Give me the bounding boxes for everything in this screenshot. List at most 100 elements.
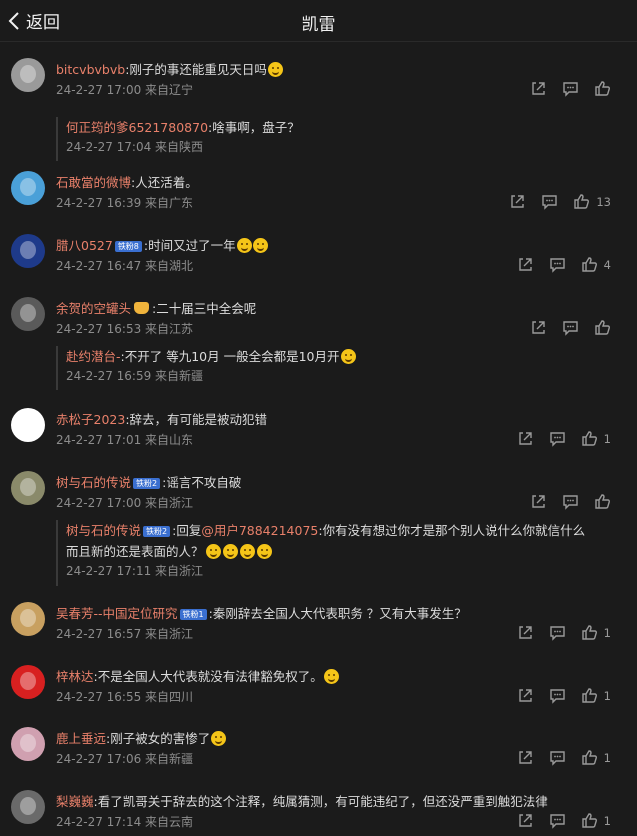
avatar-face xyxy=(20,415,36,433)
username-link[interactable]: 吴春芳--中国定位研究 xyxy=(56,606,178,621)
mention-link[interactable]: @用户7884214075 xyxy=(201,523,318,538)
laugh-emoji xyxy=(205,544,221,559)
like-button[interactable]: 1 xyxy=(581,812,611,829)
reply-username-link[interactable]: 树与石的传说 xyxy=(66,523,141,538)
reply-username-link[interactable]: 赴约潜台- xyxy=(66,349,121,364)
avatar[interactable] xyxy=(11,234,45,268)
comment-actions: 1 xyxy=(517,749,611,766)
comment-meta: 24-2-27 17:06 来自新疆 xyxy=(56,750,193,767)
share-button[interactable] xyxy=(517,430,534,447)
avatar[interactable] xyxy=(11,727,45,761)
like-button[interactable]: 4 xyxy=(581,256,611,273)
reply-button[interactable] xyxy=(549,687,566,704)
comment-actions xyxy=(530,319,611,336)
share-icon xyxy=(518,814,532,827)
comment-meta: 24-2-27 16:57 来自浙江 xyxy=(56,625,193,642)
username-link[interactable]: 腊八0527 xyxy=(56,238,113,253)
avatar[interactable] xyxy=(11,790,45,824)
smile-emoji xyxy=(236,238,252,253)
username-link[interactable]: 梓林达 xyxy=(56,669,94,684)
comment-text-line: 吴春芳--中国定位研究 铁粉1:秦刚辞去全国人大代表职务 ？又有大事发生？ xyxy=(56,603,467,622)
share-icon xyxy=(532,82,545,95)
like-icon xyxy=(581,813,597,828)
like-button[interactable]: 1 xyxy=(581,749,611,766)
comment-actions: 1 xyxy=(517,624,611,641)
username-link[interactable]: 树与石的传说 xyxy=(56,475,131,490)
like-button[interactable]: 13 xyxy=(573,193,611,210)
share-icon xyxy=(518,432,532,445)
comment-icon xyxy=(549,689,565,704)
avatar[interactable] xyxy=(11,408,45,442)
avatar[interactable] xyxy=(11,58,45,92)
reply-button[interactable] xyxy=(549,624,566,641)
reply-button[interactable] xyxy=(562,319,579,336)
comment-text-line: 余贺的空罐头:二十届三中全会呢 xyxy=(56,298,256,317)
avatar-face xyxy=(20,241,36,259)
comment-icon xyxy=(549,751,565,766)
reply-button[interactable] xyxy=(562,493,579,510)
share-button[interactable] xyxy=(530,493,547,510)
avatar-face xyxy=(20,178,36,196)
avatar[interactable] xyxy=(11,665,45,699)
avatar-face xyxy=(20,65,36,83)
laugh-emoji xyxy=(256,544,272,559)
comment-icon xyxy=(563,82,578,97)
username-link[interactable]: bitcvbvbvb xyxy=(56,62,125,77)
reply-meta: 24-2-27 17:04 来自陕西 xyxy=(66,138,611,155)
reply-button[interactable] xyxy=(549,430,566,447)
share-button[interactable] xyxy=(517,749,534,766)
share-button[interactable] xyxy=(530,80,547,97)
reply-username-link[interactable]: 何正筠的爹6521780870 xyxy=(66,120,208,135)
comment-meta: 24-2-27 17:14 来自云南 xyxy=(56,813,193,830)
reply-button[interactable] xyxy=(549,256,566,273)
username-link[interactable]: 石敢當的微博 xyxy=(56,175,131,190)
like-count: 4 xyxy=(603,257,611,272)
reply-text-line-2: 而且新的还是表面的人？ xyxy=(66,541,611,562)
laugh-emoji xyxy=(222,544,238,559)
share-button[interactable] xyxy=(517,812,534,829)
like-icon xyxy=(581,257,597,272)
avatar[interactable] xyxy=(11,297,45,331)
like-button[interactable]: 1 xyxy=(581,624,611,641)
smile-emoji xyxy=(340,349,356,364)
comment-icon xyxy=(563,321,578,336)
share-button[interactable] xyxy=(517,256,534,273)
share-button[interactable] xyxy=(517,687,534,704)
username-link[interactable]: 赤松子2023 xyxy=(56,412,125,427)
share-button[interactable] xyxy=(509,193,526,210)
like-button[interactable] xyxy=(594,80,611,97)
share-button[interactable] xyxy=(530,319,547,336)
crown-icon xyxy=(134,302,150,314)
reply-button[interactable] xyxy=(541,193,558,210)
comment-text: :不是全国人大代表就没有法律豁免权了。 xyxy=(93,669,323,684)
fan-badge: 铁粉2 xyxy=(133,478,161,489)
share-button[interactable] xyxy=(517,624,534,641)
comment-actions: 4 xyxy=(517,256,611,273)
like-button[interactable]: 1 xyxy=(581,430,611,447)
comment-text-line: 树与石的传说 铁粉2:谣言不攻自破 xyxy=(56,472,241,491)
reply-button[interactable] xyxy=(549,812,566,829)
reply-item: 何正筠的爹6521780870:啥事啊，盘子？ 24-2-27 17:04 来自陕… xyxy=(56,117,611,161)
comment-item: 余贺的空罐头:二十届三中全会呢 24-2-27 16:53 来自江苏 赴约潜台-:不… xyxy=(0,294,637,405)
reply-text-line: 何正筠的爹6521780870:啥事啊，盘子？ xyxy=(66,117,611,138)
avatar[interactable] xyxy=(11,602,45,636)
username-link[interactable]: 鹿上垂远 xyxy=(56,731,106,746)
avatar[interactable] xyxy=(11,171,45,205)
like-count: 1 xyxy=(603,750,611,765)
share-icon xyxy=(518,258,532,271)
timestamp-location: 24-2-27 16:47 来自湖北 xyxy=(56,259,194,273)
like-button[interactable]: 1 xyxy=(581,687,611,704)
username-link[interactable]: 梨巍巍 xyxy=(56,794,94,809)
like-count: 1 xyxy=(603,431,611,446)
avatar[interactable] xyxy=(11,471,45,505)
smile-emoji xyxy=(211,731,227,746)
comment-meta: 24-2-27 16:47 来自湖北 xyxy=(56,257,193,274)
avatar-face xyxy=(20,478,36,496)
reply-button[interactable] xyxy=(562,80,579,97)
reply-button[interactable] xyxy=(549,749,566,766)
comment-actions xyxy=(530,493,611,510)
username-link[interactable]: 余贺的空罐头 xyxy=(56,301,131,316)
comment-text-line: 鹿上垂远:刚子被女的害惨了 xyxy=(56,728,227,747)
like-button[interactable] xyxy=(594,319,611,336)
like-button[interactable] xyxy=(594,493,611,510)
